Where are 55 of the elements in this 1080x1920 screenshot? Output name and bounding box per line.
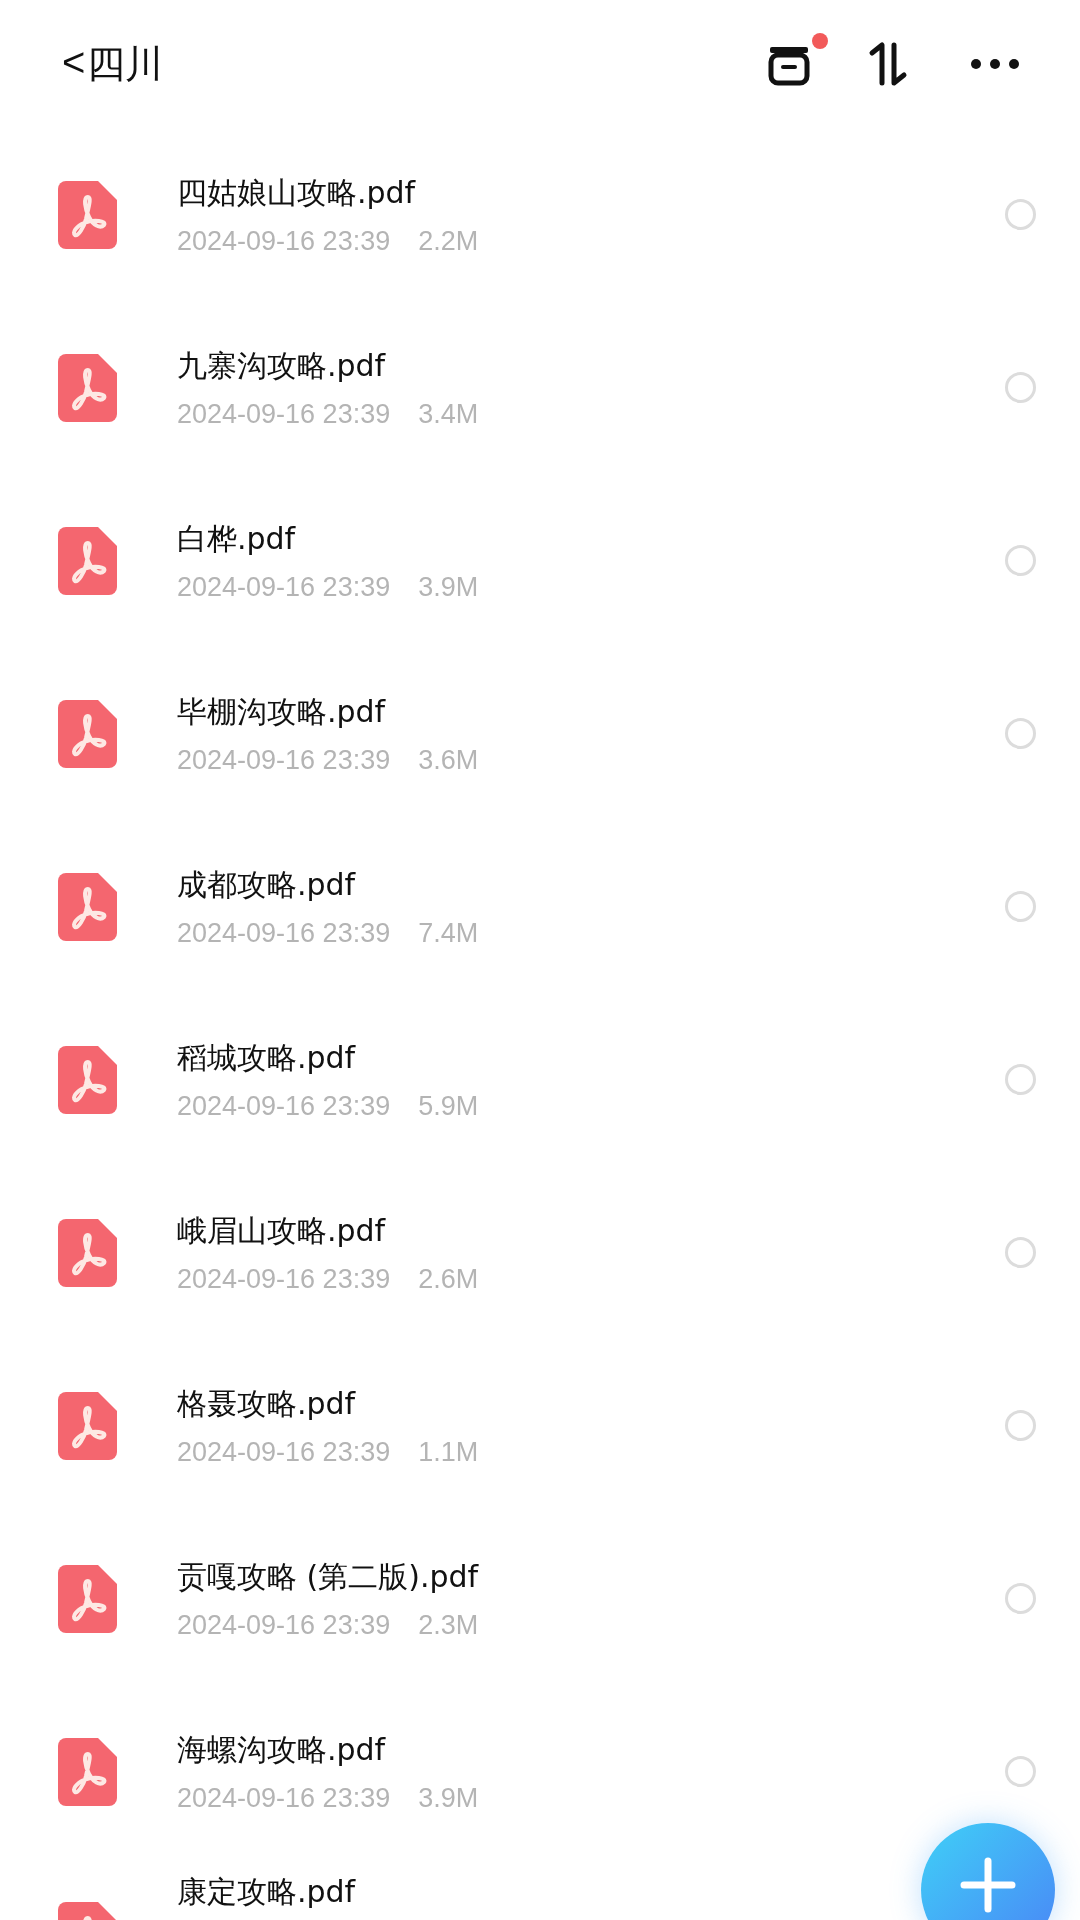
file-size: 3.9M <box>418 571 479 603</box>
select-radio[interactable] <box>1005 891 1036 922</box>
file-size: 1.1M <box>418 1436 479 1468</box>
select-radio[interactable] <box>1005 1064 1036 1095</box>
file-date: 2024-09-16 23:39 <box>177 225 391 257</box>
file-date: 2024-09-16 23:39 <box>177 1782 391 1814</box>
select-radio[interactable] <box>1005 1237 1036 1268</box>
file-size: 3.4M <box>418 398 479 430</box>
file-name[interactable]: 海螺沟攻略.pdf <box>177 1729 386 1771</box>
file-size: 5.9M <box>418 1090 479 1122</box>
pdf-file-icon <box>58 699 117 768</box>
file-name[interactable]: 格聂攻略.pdf <box>177 1383 356 1425</box>
file-date: 2024-09-16 23:39 <box>177 744 391 776</box>
pdf-file-icon <box>58 353 117 422</box>
select-radio[interactable] <box>1005 718 1036 749</box>
file-name[interactable]: 贡嘎攻略 (第二版).pdf <box>177 1556 479 1598</box>
file-name[interactable]: 稻城攻略.pdf <box>177 1037 356 1079</box>
select-radio[interactable] <box>1005 1756 1036 1787</box>
page-title: 四川 <box>87 40 164 88</box>
file-size: 2.2M <box>418 225 479 257</box>
file-date: 2024-09-16 23:39 <box>177 1436 391 1468</box>
file-name[interactable]: 康定攻略.pdf <box>177 1872 356 1913</box>
pdf-file-icon <box>58 1564 117 1633</box>
file-name[interactable]: 成都攻略.pdf <box>177 864 356 906</box>
back-button[interactable]: < <box>62 42 86 82</box>
pdf-file-icon <box>58 1737 117 1806</box>
select-radio[interactable] <box>1005 199 1036 230</box>
select-radio[interactable] <box>1005 545 1036 576</box>
pdf-file-icon <box>58 180 117 249</box>
pdf-file-icon <box>58 1391 117 1460</box>
file-name[interactable]: 毕棚沟攻略.pdf <box>177 691 386 733</box>
file-date: 2024-09-16 23:39 <box>177 571 391 603</box>
more-icon[interactable] <box>970 58 1020 70</box>
select-radio[interactable] <box>1005 1583 1036 1614</box>
plus-icon <box>960 1857 1016 1913</box>
file-size: 3.9M <box>418 1782 479 1814</box>
file-date: 2024-09-16 23:39 <box>177 917 391 949</box>
select-radio[interactable] <box>1005 1410 1036 1441</box>
file-date: 2024-09-16 23:39 <box>177 1090 391 1122</box>
file-name[interactable]: 九寨沟攻略.pdf <box>177 345 386 387</box>
file-date: 2024-09-16 23:39 <box>177 1263 391 1295</box>
pdf-file-icon <box>58 526 117 595</box>
pdf-file-icon <box>58 1045 117 1114</box>
pdf-file-icon <box>58 872 117 941</box>
file-name[interactable]: 四姑娘山攻略.pdf <box>177 172 416 214</box>
select-radio[interactable] <box>1005 372 1036 403</box>
pdf-file-icon <box>58 1218 117 1287</box>
file-name[interactable]: 白桦.pdf <box>177 518 296 560</box>
file-size: 2.3M <box>418 1609 479 1641</box>
file-size: 2.6M <box>418 1263 479 1295</box>
file-name[interactable]: 峨眉山攻略.pdf <box>177 1210 386 1252</box>
file-size: 3.6M <box>418 744 479 776</box>
file-date: 2024-09-16 23:39 <box>177 398 391 430</box>
file-date: 2024-09-16 23:39 <box>177 1609 391 1641</box>
file-size: 7.4M <box>418 917 479 949</box>
